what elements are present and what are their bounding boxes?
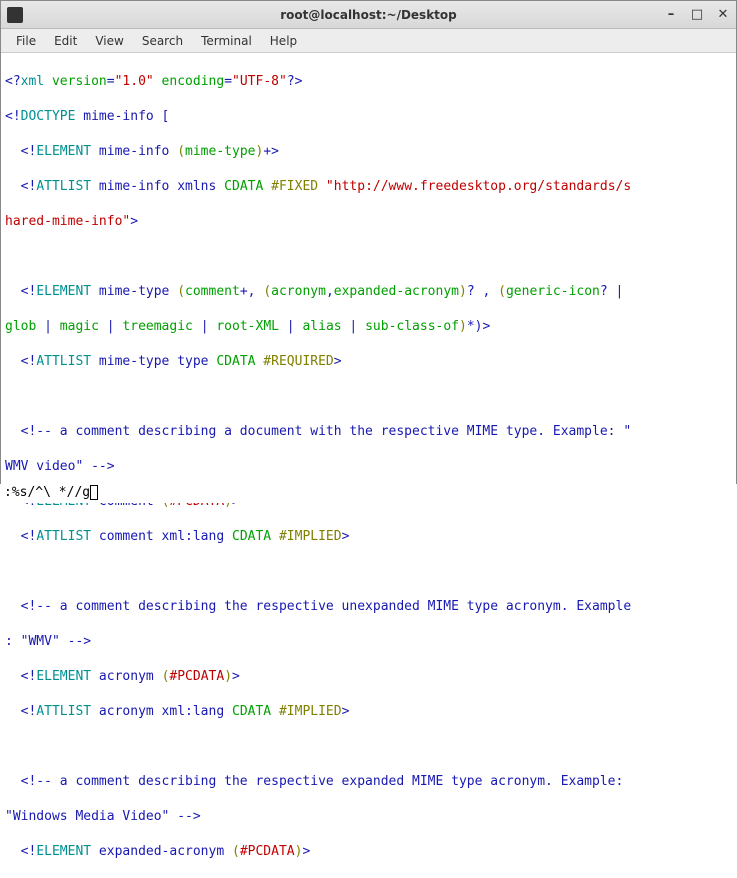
vim-command-text: :%s/^\ *//g (4, 485, 90, 500)
menu-file[interactable]: File (7, 31, 45, 51)
minimize-button[interactable]: – (662, 5, 680, 23)
cursor-icon (90, 485, 98, 500)
menu-edit[interactable]: Edit (45, 31, 86, 51)
menubar: File Edit View Search Terminal Help (1, 29, 736, 53)
menu-view[interactable]: View (86, 31, 132, 51)
maximize-button[interactable]: □ (688, 5, 706, 23)
menu-terminal[interactable]: Terminal (192, 31, 261, 51)
close-button[interactable]: ✕ (714, 5, 732, 23)
terminal-content[interactable]: <?xml version="1.0" encoding="UTF-8"?> <… (1, 53, 736, 878)
terminal-app-icon (7, 7, 23, 23)
menu-help[interactable]: Help (261, 31, 306, 51)
window-titlebar: root@localhost:~/Desktop – □ ✕ (1, 1, 736, 29)
window-title: root@localhost:~/Desktop (1, 8, 736, 22)
menu-search[interactable]: Search (133, 31, 192, 51)
window-controls: – □ ✕ (662, 5, 732, 23)
vim-command-line[interactable]: :%s/^\ *//g (0, 484, 737, 503)
